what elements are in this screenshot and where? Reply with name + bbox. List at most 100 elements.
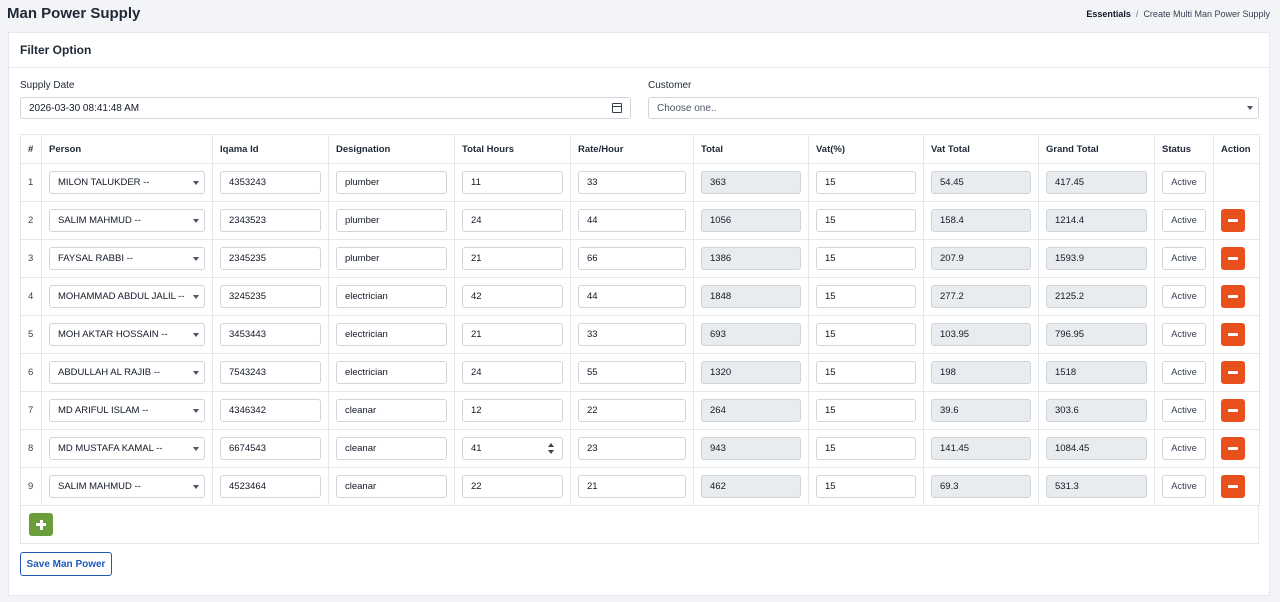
chevron-down-icon (193, 219, 199, 223)
vat-input[interactable]: 15 (816, 475, 916, 498)
designation-input[interactable]: cleanar (336, 437, 447, 460)
designation-cell: cleanar (328, 429, 455, 468)
rate-hour-input[interactable]: 23 (578, 437, 686, 460)
total-hours-input[interactable]: 24 (462, 361, 563, 384)
total-hours-input[interactable]: 41 (462, 437, 563, 460)
save-man-power-button[interactable]: Save Man Power (20, 552, 112, 576)
total-hours-input[interactable]: 22 (462, 475, 563, 498)
person-select[interactable]: MOH AKTAR HOSSAIN -- (49, 323, 205, 346)
rate-hour-input[interactable]: 66 (578, 247, 686, 270)
person-select[interactable]: MOHAMMAD ABDUL JALIL -- (49, 285, 205, 308)
person-select[interactable]: FAYSAL RABBI -- (49, 247, 205, 270)
total-hours-input[interactable]: 42 (462, 285, 563, 308)
vat-input[interactable]: 15 (816, 285, 916, 308)
minus-icon[interactable] (1221, 475, 1245, 498)
customer-select[interactable]: Choose one.. (648, 97, 1259, 119)
plus-icon[interactable] (29, 513, 53, 536)
vat-input[interactable]: 15 (816, 361, 916, 384)
grand-total-cell: 1593.9 (1038, 239, 1155, 278)
iqama-input[interactable]: 4523464 (220, 475, 321, 498)
iqama-input[interactable]: 3245235 (220, 285, 321, 308)
designation-input[interactable]: plumber (336, 171, 447, 194)
supply-date-input[interactable]: 2026-03-30 08:41:48 AM (20, 97, 631, 119)
person-select[interactable]: MD ARIFUL ISLAM -- (49, 399, 205, 422)
total-hours-input[interactable]: 12 (462, 399, 563, 422)
iqama-input[interactable]: 4353243 (220, 171, 321, 194)
rate-cell: 44 (570, 201, 694, 240)
person-select[interactable]: SALIM MAHMUD -- (49, 475, 205, 498)
minus-bar (1228, 295, 1238, 298)
rate-hour-input[interactable]: 55 (578, 361, 686, 384)
designation-input[interactable]: electrician (336, 361, 447, 384)
vat-input[interactable]: 15 (816, 399, 916, 422)
breadcrumb: Essentials / Create Multi Man Power Supply (1086, 9, 1270, 19)
rate-hour-input[interactable]: 33 (578, 171, 686, 194)
rate-hour-input[interactable]: 33 (578, 323, 686, 346)
minus-icon[interactable] (1221, 209, 1245, 232)
minus-icon[interactable] (1221, 247, 1245, 270)
person-cell: MD MUSTAFA KAMAL -- (41, 429, 213, 468)
iqama-input[interactable]: 7543243 (220, 361, 321, 384)
designation-input[interactable]: plumber (336, 247, 447, 270)
designation-input[interactable]: electrician (336, 323, 447, 346)
designation-input[interactable]: electrician (336, 285, 447, 308)
iqama-input[interactable]: 3453443 (220, 323, 321, 346)
minus-icon[interactable] (1221, 285, 1245, 308)
grand-total-field: 531.3 (1046, 475, 1147, 498)
total-hours-input[interactable]: 21 (462, 247, 563, 270)
iqama-input[interactable]: 2343523 (220, 209, 321, 232)
status-select[interactable]: Active (1162, 171, 1206, 194)
total-field: 693 (701, 323, 801, 346)
status-select[interactable]: Active (1162, 399, 1206, 422)
chevron-down-icon (1247, 106, 1253, 110)
iqama-input[interactable]: 2345235 (220, 247, 321, 270)
person-select[interactable]: MD MUSTAFA KAMAL -- (49, 437, 205, 460)
total-field: 1386 (701, 247, 801, 270)
minus-icon[interactable] (1221, 437, 1245, 460)
rate-hour-input[interactable]: 21 (578, 475, 686, 498)
minus-icon[interactable] (1221, 399, 1245, 422)
total-hours-value: 24 (471, 215, 482, 226)
minus-icon[interactable] (1221, 361, 1245, 384)
person-cell: SALIM MAHMUD -- (41, 201, 213, 240)
iqama-input[interactable]: 6674543 (220, 437, 321, 460)
minus-icon[interactable] (1221, 323, 1245, 346)
grand-total-field: 1084.45 (1046, 437, 1147, 460)
vat-input[interactable]: 15 (816, 171, 916, 194)
person-select[interactable]: MILON TALUKDER -- (49, 171, 205, 194)
rate-hour-input[interactable]: 44 (578, 285, 686, 308)
rate-hour-input[interactable]: 44 (578, 209, 686, 232)
card-header: Filter Option (9, 33, 1269, 68)
designation-input[interactable]: cleanar (336, 475, 447, 498)
status-select[interactable]: Active (1162, 285, 1206, 308)
vat-input[interactable]: 15 (816, 323, 916, 346)
designation-input[interactable]: cleanar (336, 399, 447, 422)
row-number: 1 (20, 163, 42, 202)
total-hours-input[interactable]: 24 (462, 209, 563, 232)
calendar-icon[interactable] (612, 103, 622, 113)
total-hours-input[interactable]: 11 (462, 171, 563, 194)
status-select[interactable]: Active (1162, 209, 1206, 232)
status-select[interactable]: Active (1162, 323, 1206, 346)
number-spinner-icon[interactable] (548, 443, 554, 455)
designation-input[interactable]: plumber (336, 209, 447, 232)
iqama-input[interactable]: 4346342 (220, 399, 321, 422)
status-select[interactable]: Active (1162, 361, 1206, 384)
vat-input[interactable]: 15 (816, 437, 916, 460)
status-select[interactable]: Active (1162, 437, 1206, 460)
total-hours-value: 11 (471, 177, 481, 188)
breadcrumb-item-essentials[interactable]: Essentials (1086, 9, 1131, 19)
action-cell (1213, 239, 1260, 278)
vat-cell: 15 (808, 467, 924, 506)
person-select[interactable]: ABDULLAH AL RAJIB -- (49, 361, 205, 384)
rate-hour-input[interactable]: 22 (578, 399, 686, 422)
rate-cell: 33 (570, 315, 694, 354)
status-select[interactable]: Active (1162, 247, 1206, 270)
breadcrumb-item-current: Create Multi Man Power Supply (1143, 9, 1270, 19)
person-select[interactable]: SALIM MAHMUD -- (49, 209, 205, 232)
status-select[interactable]: Active (1162, 475, 1206, 498)
status-cell: Active (1154, 239, 1214, 278)
vat-input[interactable]: 15 (816, 209, 916, 232)
vat-input[interactable]: 15 (816, 247, 916, 270)
total-hours-input[interactable]: 21 (462, 323, 563, 346)
